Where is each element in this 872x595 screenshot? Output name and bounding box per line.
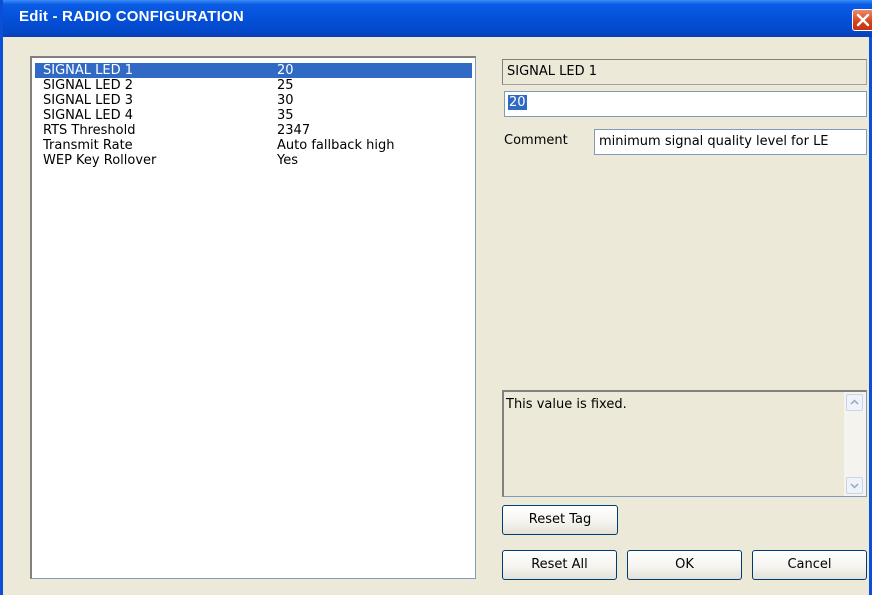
param-name: SIGNAL LED 3: [43, 93, 134, 108]
param-name: SIGNAL LED 4: [43, 108, 134, 123]
param-name: WEP Key Rollover: [43, 153, 157, 168]
cancel-button[interactable]: Cancel: [752, 550, 867, 580]
param-value: Auto fallback high: [277, 138, 395, 153]
scroll-up-button[interactable]: [846, 394, 863, 411]
list-item[interactable]: Transmit Rate Auto fallback high: [35, 138, 472, 153]
comment-input[interactable]: minimum signal quality level for LE: [594, 129, 867, 155]
param-name: SIGNAL LED 2: [43, 78, 134, 93]
param-value: 25: [277, 78, 294, 93]
parameter-list[interactable]: SIGNAL LED 1 20 SIGNAL LED 2 25 SIGNAL L…: [30, 56, 476, 579]
dialog-window: Edit - RADIO CONFIGURATION SIGNAL LED 1 …: [0, 0, 872, 595]
list-item[interactable]: RTS Threshold 2347: [35, 123, 472, 138]
param-value: 30: [277, 93, 294, 108]
param-value: 20: [277, 63, 294, 78]
list-item[interactable]: SIGNAL LED 1 20: [35, 63, 472, 78]
reset-all-button[interactable]: Reset All: [502, 550, 617, 580]
close-button[interactable]: [852, 9, 872, 31]
param-name: SIGNAL LED 1: [43, 63, 134, 78]
tag-name-field: SIGNAL LED 1: [502, 59, 867, 85]
description-scrollbar[interactable]: [844, 392, 866, 496]
value-text: 20: [508, 95, 527, 110]
value-input[interactable]: 20: [504, 91, 867, 117]
list-item[interactable]: SIGNAL LED 3 30: [35, 93, 472, 108]
window-title: Edit - RADIO CONFIGURATION: [19, 8, 244, 25]
list-item[interactable]: SIGNAL LED 2 25: [35, 78, 472, 93]
list-item[interactable]: WEP Key Rollover Yes: [35, 153, 472, 168]
comment-label: Comment: [504, 133, 568, 148]
param-name: Transmit Rate: [43, 138, 133, 153]
description-text: This value is fixed.: [506, 397, 627, 412]
param-value: 2347: [277, 123, 311, 138]
param-name: RTS Threshold: [43, 123, 136, 138]
title-bar[interactable]: Edit - RADIO CONFIGURATION: [3, 0, 872, 37]
param-value: 35: [277, 108, 294, 123]
scroll-down-button[interactable]: [846, 477, 863, 494]
arrow-up-icon: [850, 399, 859, 405]
description-box[interactable]: This value is fixed.: [502, 390, 867, 497]
reset-tag-button[interactable]: Reset Tag: [502, 505, 618, 535]
list-item[interactable]: SIGNAL LED 4 35: [35, 108, 472, 123]
arrow-down-icon: [850, 483, 859, 489]
ok-button[interactable]: OK: [627, 550, 742, 580]
param-value: Yes: [277, 153, 298, 168]
close-icon: [856, 13, 870, 27]
